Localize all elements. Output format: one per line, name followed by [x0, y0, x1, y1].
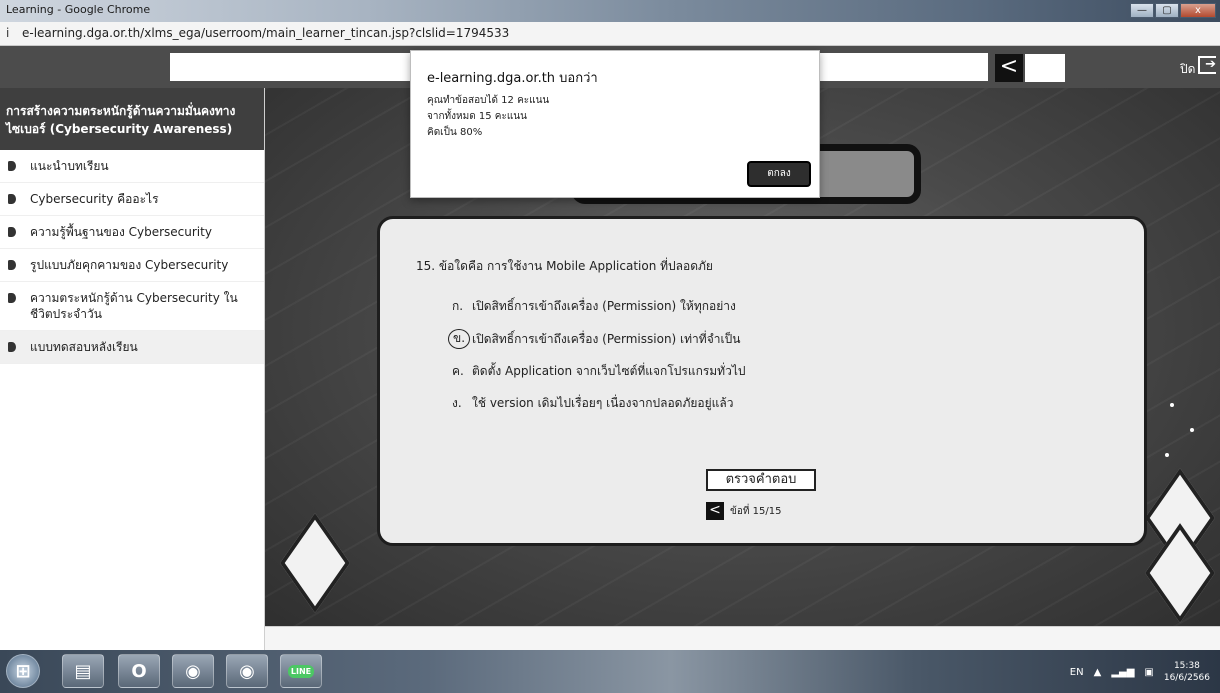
sidebar-item-post-test[interactable]: แบบทดสอบหลังเรียน [0, 331, 264, 364]
sidebar-item-threats[interactable]: รูปแบบภัยคุกคามของ Cybersecurity [0, 249, 264, 282]
bullet-icon [8, 260, 16, 270]
line-icon[interactable]: LINE [280, 654, 322, 688]
address-bar[interactable]: i e-learning.dga.or.th/xlms_ega/userroom… [0, 22, 1220, 46]
browser-titlebar: Learning - Google Chrome — ▢ x [0, 0, 1220, 22]
bullet-icon [8, 194, 16, 204]
file-explorer-icon[interactable]: ▤ [62, 654, 104, 688]
windows-taskbar: ⊞ ▤ O ◉ ◉ LINE EN ▲ ▂▄▆ ▣ 15:38 16/6/256… [0, 650, 1220, 693]
exit-icon[interactable]: ➔ [1198, 56, 1216, 74]
prev-question-button[interactable]: < [706, 502, 724, 520]
window-title: Learning - Google Chrome [6, 3, 151, 16]
option-key: ก. [452, 299, 464, 313]
opera-icon[interactable]: O [118, 654, 160, 688]
header-blank-field-right [818, 53, 988, 81]
sparkle-icon [1170, 403, 1174, 407]
line-app-label: LINE [287, 664, 315, 678]
score-alert-dialog: e-learning.dga.or.th บอกว่า คุณทำข้อสอบไ… [410, 50, 820, 198]
question-text: 15. ข้อใดคือ การใช้งาน Mobile Applicatio… [416, 259, 713, 273]
stage-footer [265, 626, 1220, 650]
bullet-icon [8, 161, 16, 171]
dialog-percent-line: คิดเป็น 80% [427, 127, 483, 138]
answer-option-d[interactable]: ง. ใช้ version เดิมไปเรื่อยๆ เนื่องจากปล… [452, 394, 733, 413]
quiz-card: 15. ข้อใดคือ การใช้งาน Mobile Applicatio… [377, 216, 1147, 546]
chrome-icon[interactable]: ◉ [226, 654, 268, 688]
sidebar-item-basics[interactable]: ความรู้พื้นฐานของ Cybersecurity [0, 216, 264, 249]
window-controls: — ▢ x [1130, 3, 1216, 18]
bullet-icon [8, 227, 16, 237]
tray-expand-icon[interactable]: ▲ [1094, 667, 1102, 678]
sidebar-item-awareness[interactable]: ความตระหนักรู้ด้าน Cybersecurity ในชีวิต… [0, 282, 264, 331]
option-text: ติดตั้ง Application จากเว็บไซต์ที่แจกโปร… [472, 364, 746, 378]
dialog-score-line: คุณทำข้อสอบได้ 12 คะแนน [427, 95, 550, 106]
signal-icon[interactable]: ▂▄▆ [1111, 667, 1134, 678]
header-back-button[interactable]: < [995, 54, 1023, 82]
check-answer-button[interactable]: ตรวจคำตอบ [706, 469, 816, 491]
sidebar-item-label: ความรู้พื้นฐานของ Cybersecurity [30, 225, 212, 239]
option-text: ใช้ version เดิมไปเรื่อยๆ เนื่องจากปลอดภ… [472, 396, 734, 410]
dialog-title: e-learning.dga.or.th บอกว่า [427, 71, 598, 86]
answer-option-c[interactable]: ค. ติดตั้ง Application จากเว็บไซต์ที่แจก… [452, 362, 746, 381]
sidebar-item-label: แบบทดสอบหลังเรียน [30, 340, 138, 354]
sparkle-icon [1190, 428, 1194, 432]
network-icon[interactable]: ▣ [1144, 667, 1153, 678]
sidebar-item-intro[interactable]: แนะนำบทเรียน [0, 150, 264, 183]
sidebar-item-label: รูปแบบภัยคุกคามของ Cybersecurity [30, 258, 229, 272]
sidebar-item-what-is-cybersecurity[interactable]: Cybersecurity คืออะไร [0, 183, 264, 216]
sidebar-item-label: Cybersecurity คืออะไร [30, 192, 159, 206]
windows-start-icon[interactable]: ⊞ [6, 654, 40, 688]
header-forward-button[interactable] [1025, 54, 1065, 82]
dialog-total-line: จากทั้งหมด 15 คะแนน [427, 111, 527, 122]
option-key-selected: ข. [448, 329, 470, 349]
url-text[interactable]: e-learning.dga.or.th/xlms_ega/userroom/m… [22, 26, 509, 40]
window-close-button[interactable]: x [1180, 3, 1216, 18]
clock[interactable]: 15:38 16/6/2566 [1164, 660, 1210, 684]
lesson-sidebar: การสร้างความตระหนักรู้ด้านความมั่นคงทางไ… [0, 88, 265, 650]
language-indicator[interactable]: EN [1070, 667, 1084, 678]
question-pager: < ข้อที่ 15/15 [706, 502, 781, 520]
option-key: ง. [452, 396, 462, 410]
page-info-icon[interactable]: i [6, 26, 9, 40]
course-title: การสร้างความตระหนักรู้ด้านความมั่นคงทางไ… [0, 88, 264, 150]
sidebar-item-label: แนะนำบทเรียน [30, 159, 109, 173]
option-key: ค. [452, 364, 464, 378]
chrome-icon[interactable]: ◉ [172, 654, 214, 688]
system-tray: EN ▲ ▂▄▆ ▣ 15:38 16/6/2566 [1070, 660, 1210, 684]
dialog-ok-button[interactable]: ตกลง [747, 161, 811, 187]
option-text: เปิดสิทธิ์การเข้าถึงเครื่อง (Permission)… [472, 331, 741, 346]
close-label[interactable]: ปิด [1180, 60, 1195, 79]
answer-option-b[interactable]: ข. เปิดสิทธิ์การเข้าถึงเครื่อง (Permissi… [448, 329, 741, 349]
bullet-icon [8, 342, 16, 352]
bullet-icon [8, 293, 16, 303]
clock-date: 16/6/2566 [1163, 673, 1210, 683]
page-indicator: ข้อที่ 15/15 [730, 505, 782, 517]
header-blank-field [170, 53, 412, 81]
sidebar-item-label: ความตระหนักรู้ด้าน Cybersecurity ในชีวิต… [30, 291, 238, 321]
answer-option-a[interactable]: ก. เปิดสิทธิ์การเข้าถึงเครื่อง (Permissi… [452, 297, 736, 316]
clock-time: 15:38 [1173, 661, 1200, 671]
minimize-button[interactable]: — [1130, 3, 1154, 18]
sparkle-icon [1165, 453, 1169, 457]
option-text: เปิดสิทธิ์การเข้าถึงเครื่อง (Permission)… [472, 299, 736, 313]
maximize-button[interactable]: ▢ [1155, 3, 1179, 18]
